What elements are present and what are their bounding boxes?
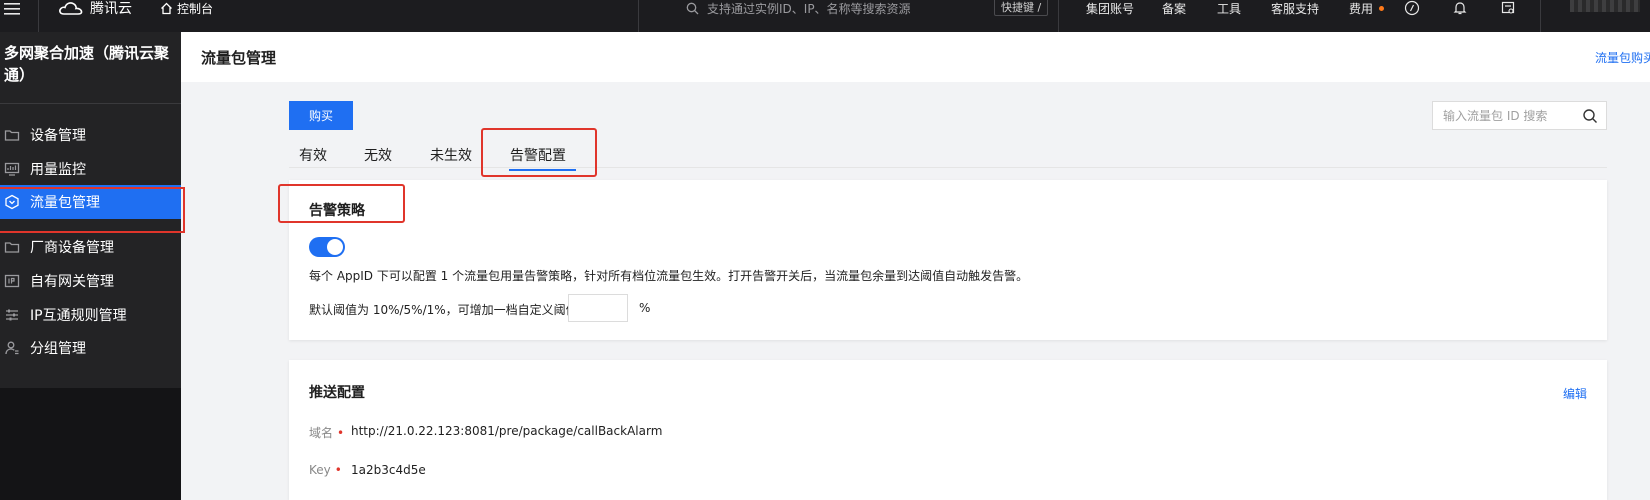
bell-icon[interactable]: [1452, 0, 1468, 16]
sidebar-item-label: 厂商设备管理: [30, 240, 114, 256]
billing-link[interactable]: 费用: [1349, 0, 1385, 16]
folder-icon: [4, 242, 20, 253]
billing-label: 费用: [1349, 1, 1374, 16]
custom-threshold-input[interactable]: [568, 294, 628, 322]
search-icon[interactable]: [1582, 108, 1598, 124]
group-icon: [5, 341, 19, 355]
sidebar-item-label: 用量监控: [30, 162, 86, 178]
folder-icon: [4, 130, 20, 141]
filing-link[interactable]: 备案: [1162, 0, 1186, 16]
buy-button[interactable]: 购买: [289, 101, 353, 130]
page-title: 流量包管理: [201, 49, 277, 67]
domain-label: 域名 •: [309, 424, 344, 441]
sidebar-footer: [0, 388, 181, 500]
key-label-text: Key: [309, 463, 331, 477]
required-mark: •: [337, 426, 345, 440]
sidebar-item-label: 自有网关管理: [30, 274, 114, 290]
search-icon: [686, 2, 699, 14]
sidebar-item-label: 分组管理: [30, 341, 86, 357]
sidebar-item-own-gateway[interactable]: 自有网关管理: [0, 264, 181, 298]
brand-name: 腾讯云: [90, 1, 132, 17]
search-placeholder: 输入流量包 ID 搜索: [1443, 109, 1548, 123]
alarm-strategy-card: 告警策略 每个 AppID 下可以配置 1 个流量包用量告警策略，针对所有档位流…: [289, 180, 1607, 340]
product-name: 多网聚合加速（腾讯云聚通）: [0, 32, 181, 104]
domain-label-text: 域名: [309, 426, 334, 440]
sidebar-item-usage-monitor[interactable]: 用量监控: [0, 152, 181, 186]
console-label: 控制台: [177, 1, 214, 16]
topbar-divider: [1058, 0, 1059, 32]
shortcut-key-hint[interactable]: 快捷键 /: [994, 0, 1049, 16]
global-search-placeholder: 支持通过实例ID、IP、名称等搜索资源: [707, 1, 911, 16]
console-home-link[interactable]: 控制台: [160, 0, 213, 16]
hamburger-menu-icon[interactable]: [4, 2, 20, 16]
tab-invalid[interactable]: 无效: [364, 145, 392, 165]
topbar-divider: [638, 0, 639, 32]
sidebar: 多网聚合加速（腾讯云聚通） 设备管理 用量监控 流量包管理 厂商设备管理 自有网…: [0, 32, 185, 500]
monitor-icon: [4, 162, 20, 176]
traffic-package-purchase-link[interactable]: 流量包购买: [1595, 49, 1650, 66]
sidebar-item-ip-interconnect[interactable]: IP互通规则管理: [0, 298, 181, 332]
page-header: 流量包管理 流量包购买: [181, 32, 1650, 82]
sidebar-item-label: 设备管理: [30, 128, 86, 144]
edit-button[interactable]: 编辑: [1563, 385, 1587, 402]
tools-link[interactable]: 工具: [1217, 0, 1241, 16]
key-value: 1a2b3c4d5e: [351, 463, 426, 477]
threshold-label: 默认阈值为 10%/5%/1%，可增加一档自定义阈值: [309, 303, 578, 317]
cloud-logo-icon: [59, 2, 83, 15]
top-navigation-bar: 腾讯云 控制台 支持通过实例ID、IP、名称等搜索资源 快捷键 / 集团账号 备…: [0, 0, 1650, 32]
threshold-unit: %: [639, 301, 651, 315]
tab-not-effective[interactable]: 未生效: [430, 145, 472, 165]
sliders-icon: [6, 309, 18, 321]
global-search[interactable]: 支持通过实例ID、IP、名称等搜索资源: [686, 0, 911, 16]
account-avatar[interactable]: [1570, 0, 1640, 12]
topbar-divider: [38, 0, 39, 32]
sidebar-item-label: IP互通规则管理: [30, 308, 127, 324]
topbar-divider: [1540, 0, 1541, 32]
alarm-toggle-switch[interactable]: [309, 237, 345, 257]
sidebar-item-device-management[interactable]: 设备管理: [0, 118, 181, 152]
key-label: Key •: [309, 463, 342, 477]
package-id-search-input[interactable]: 输入流量包 ID 搜索: [1432, 101, 1607, 130]
active-menu-highlight: [0, 187, 185, 233]
alarm-description: 每个 AppID 下可以配置 1 个流量包用量告警策略，针对所有档位流量包生效。…: [309, 269, 1029, 283]
sidebar-item-vendor-device[interactable]: 厂商设备管理: [0, 230, 181, 264]
domain-value: http://21.0.22.123:8081/pre/package/call…: [351, 424, 663, 438]
ip-icon: [4, 274, 20, 288]
tab-valid[interactable]: 有效: [299, 145, 327, 165]
group-account-link[interactable]: 集团账号: [1086, 0, 1134, 16]
required-mark: •: [334, 463, 342, 477]
billing-notice-dot: [1379, 5, 1385, 11]
support-link[interactable]: 客服支持: [1271, 0, 1319, 16]
orders-icon[interactable]: [1500, 0, 1516, 16]
help-circle-icon[interactable]: [1404, 0, 1420, 16]
alarm-title-highlight-box: [278, 184, 405, 223]
sidebar-item-group-management[interactable]: 分组管理: [0, 331, 181, 365]
push-config-card: 推送配置 编辑 域名 • http://21.0.22.123:8081/pre/…: [289, 360, 1607, 500]
home-icon: [161, 2, 172, 14]
push-config-title: 推送配置: [309, 385, 365, 401]
tab-highlight-box: [481, 128, 597, 177]
brand-logo[interactable]: 腾讯云: [58, 0, 132, 17]
